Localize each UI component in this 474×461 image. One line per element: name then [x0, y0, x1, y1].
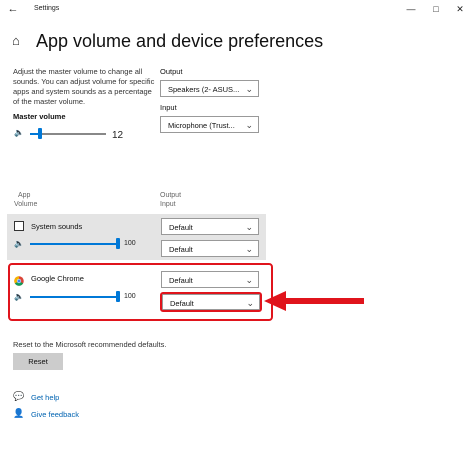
- output-device-select[interactable]: Speakers (2- ASUS... ⌄: [160, 80, 259, 97]
- feedback-icon: 👤: [13, 408, 25, 418]
- column-app: App: [18, 192, 31, 199]
- system-sounds-volume-slider[interactable]: [30, 243, 118, 245]
- close-icon[interactable]: ✕: [453, 2, 467, 16]
- input-device-select[interactable]: Microphone (Trust... ⌄: [160, 116, 259, 133]
- output-label: Output: [160, 67, 183, 76]
- system-sounds-input-value: Default: [169, 245, 193, 254]
- master-description: Adjust the master volume to change all s…: [13, 67, 155, 106]
- master-volume-label: Master volume: [13, 112, 66, 121]
- input-label: Input: [160, 103, 177, 112]
- input-device-value: Microphone (Trust...: [168, 121, 235, 130]
- window-title: Settings: [34, 5, 60, 12]
- output-device-value: Speakers (2- ASUS...: [168, 85, 240, 94]
- chevron-down-icon: ⌄: [245, 120, 253, 130]
- help-icon: 💬: [13, 391, 25, 401]
- chevron-down-icon: ⌄: [245, 222, 253, 232]
- app-name: System sounds: [31, 222, 83, 231]
- master-volume-thumb[interactable]: [38, 128, 42, 139]
- maximize-icon[interactable]: □: [429, 2, 443, 16]
- column-volume: Volume: [14, 201, 38, 208]
- minimize-icon[interactable]: —: [404, 2, 418, 16]
- speaker-icon: 🔈: [14, 128, 24, 137]
- title-bar: [0, 0, 474, 19]
- system-sounds-icon: [14, 221, 24, 231]
- system-sounds-output-select[interactable]: Default ⌄: [161, 218, 259, 235]
- annotation-arrow: [264, 291, 364, 311]
- input-dropdown-highlight: [160, 292, 262, 312]
- system-sounds-volume-value: 100: [124, 240, 136, 247]
- chevron-down-icon: ⌄: [245, 244, 253, 254]
- reset-description: Reset to the Microsoft recommended defau…: [13, 340, 167, 349]
- column-input: Input: [160, 201, 176, 208]
- home-icon[interactable]: ⌂: [12, 34, 26, 48]
- reset-button[interactable]: Reset: [13, 353, 63, 370]
- column-output: Output: [160, 192, 182, 199]
- speaker-icon: 🔈: [14, 239, 24, 248]
- system-sounds-volume-thumb[interactable]: [116, 238, 120, 249]
- system-sounds-input-select[interactable]: Default ⌄: [161, 240, 259, 257]
- system-sounds-output-value: Default: [169, 223, 193, 232]
- get-help-link[interactable]: Get help: [31, 393, 59, 402]
- chevron-down-icon: ⌄: [245, 84, 253, 94]
- master-volume-value: 12: [112, 130, 124, 141]
- page-title: App volume and device preferences: [36, 31, 324, 51]
- give-feedback-link[interactable]: Give feedback: [31, 410, 79, 419]
- back-arrow-icon[interactable]: ←: [6, 2, 20, 16]
